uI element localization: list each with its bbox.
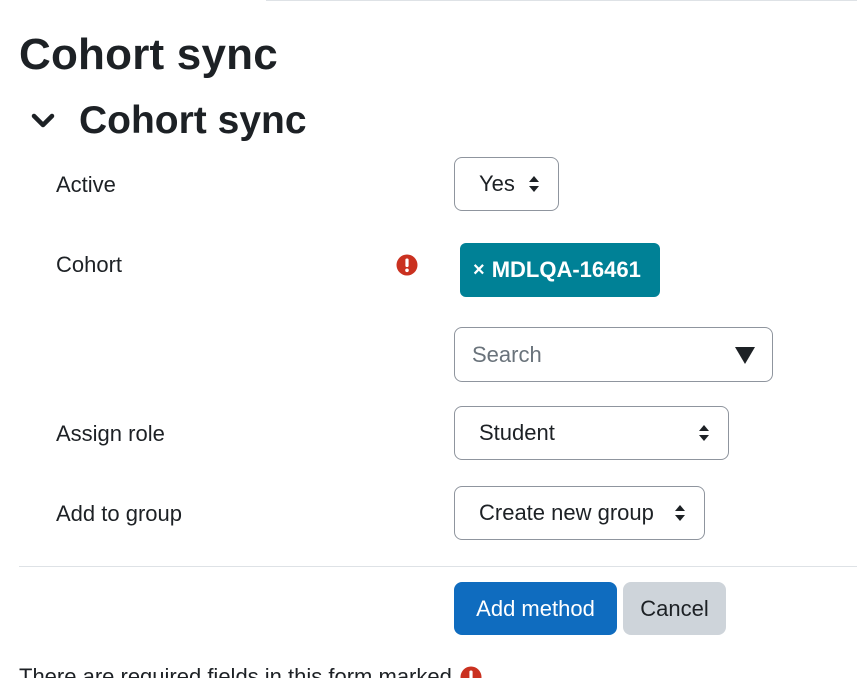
sort-arrows-icon: [529, 176, 539, 192]
section-title: Cohort sync: [79, 99, 307, 142]
assign-role-label: Assign role: [56, 421, 165, 446]
add-method-button[interactable]: Add method: [454, 582, 617, 635]
page-title: Cohort sync: [19, 30, 278, 79]
active-select[interactable]: Yes: [454, 157, 559, 211]
assign-role-select[interactable]: Student: [454, 406, 729, 460]
sort-arrows-icon: [675, 505, 685, 521]
active-label: Active: [56, 172, 116, 197]
cohort-search-input[interactable]: [472, 340, 722, 370]
cohort-sync-page: Cohort sync Cohort sync Active Yes Cohor…: [0, 0, 857, 678]
assign-role-select-value: Student: [479, 420, 555, 445]
chevron-down-icon[interactable]: [26, 104, 60, 138]
required-fields-note-text: There are required fields in this form m…: [19, 664, 452, 678]
add-to-group-select-value: Create new group: [479, 500, 654, 525]
section-toggle[interactable]: Cohort sync: [26, 98, 307, 144]
cancel-button[interactable]: Cancel: [623, 582, 726, 635]
cohort-search-box[interactable]: [454, 327, 773, 382]
active-select-value: Yes: [479, 171, 515, 196]
exclamation-circle-icon: [460, 666, 482, 678]
exclamation-circle-icon: [396, 254, 418, 276]
cohort-label: Cohort: [56, 252, 123, 277]
selected-cohort-label: MDLQA-16461: [491, 257, 641, 282]
remove-cohort-icon[interactable]: ×: [473, 259, 485, 282]
add-to-group-select[interactable]: Create new group: [454, 486, 705, 540]
sort-arrows-icon: [699, 425, 709, 441]
selected-cohort-chip[interactable]: × MDLQA-16461: [460, 243, 660, 297]
required-fields-note: There are required fields in this form m…: [19, 664, 482, 678]
triangle-down-icon[interactable]: [735, 347, 755, 364]
add-to-group-label: Add to group: [56, 501, 182, 526]
top-border: [266, 0, 857, 1]
form-divider: [19, 566, 857, 567]
